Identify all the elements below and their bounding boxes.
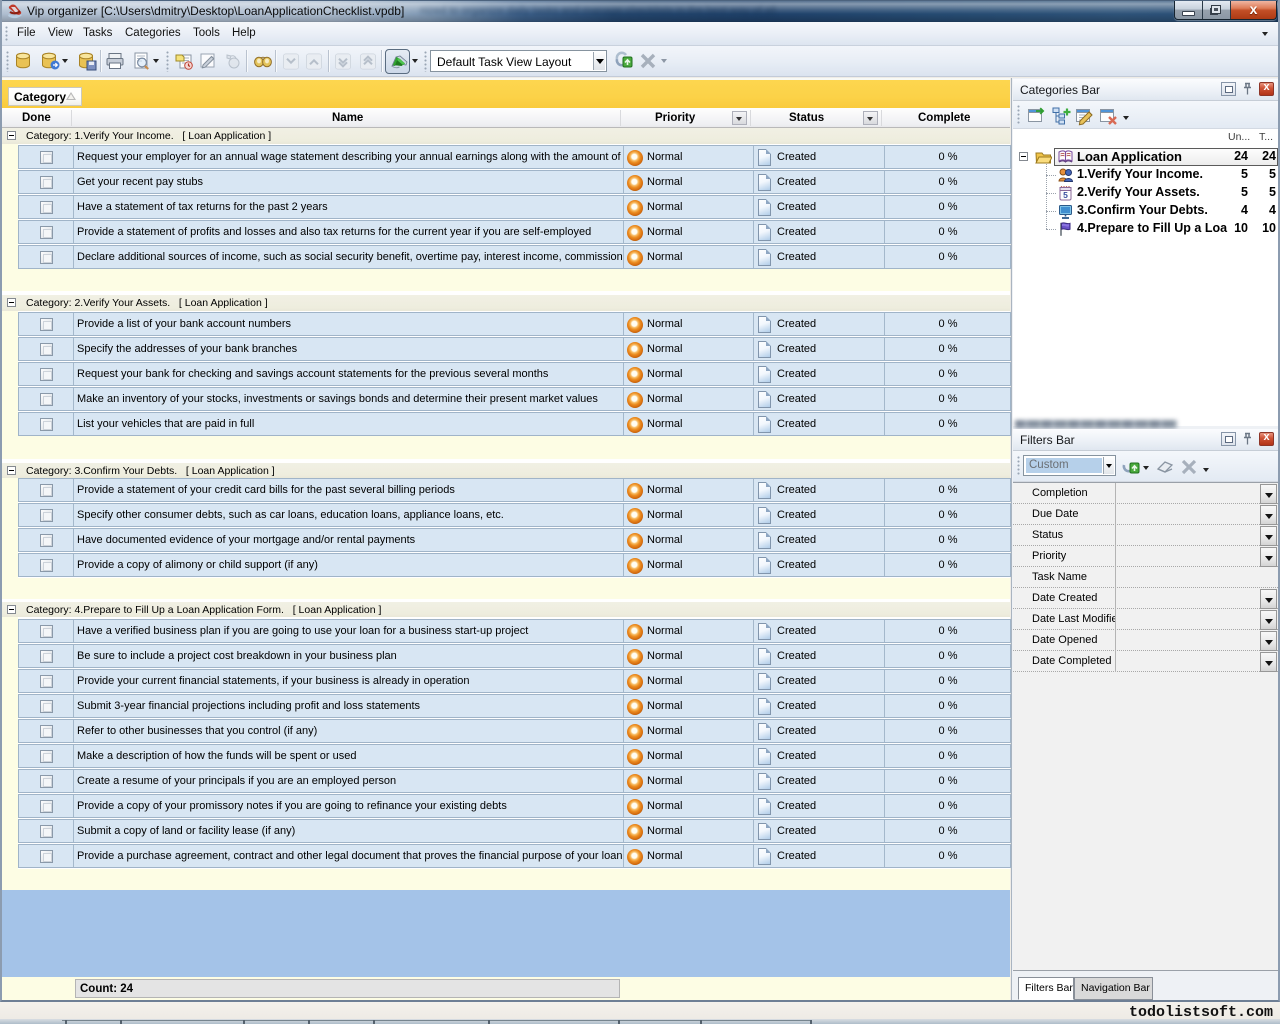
- svg-text:5: 5: [1063, 190, 1068, 200]
